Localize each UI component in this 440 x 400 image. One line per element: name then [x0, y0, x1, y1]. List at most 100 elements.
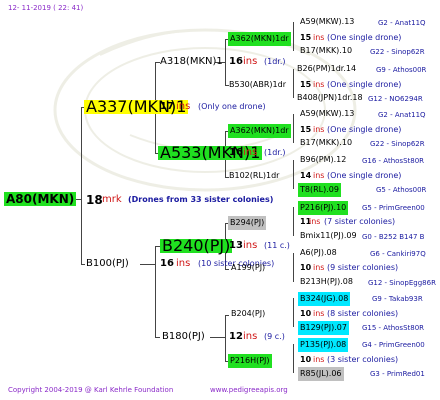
pedigree-chart: 12- 11-2019 ( 22: 41) A80(MKN) 18 mrk (D… [0, 0, 440, 400]
gen4-ins-label: ins [313, 80, 325, 89]
gen4-ins-label: ins [309, 217, 321, 226]
gen3-note: (1dr.) [264, 148, 286, 157]
gen4-queen[interactable]: B204(PJ) [231, 308, 265, 320]
gen5-queen[interactable]: P135(PJ).08 [298, 338, 349, 352]
gen5-origin: G0 - B252 B147 B [362, 233, 425, 241]
connector [155, 246, 156, 338]
connector [293, 344, 294, 373]
gen5-origin: G22 - Sinop62R [370, 140, 425, 148]
connector [210, 337, 225, 338]
gen4-note: (One single drone) [327, 80, 402, 89]
gen5-queen[interactable]: B324(JG).08 [298, 292, 351, 306]
gen4-note: (7 sister colonies) [324, 217, 396, 226]
gen4-ins-label: ins [313, 171, 325, 180]
gen5-origin: G3 - PrimRed01 [370, 370, 425, 378]
gen5-queen[interactable]: B17(MKK).10 [300, 137, 352, 149]
gen4-queen[interactable]: A362(MKN)1dr [228, 32, 291, 46]
connector [81, 107, 82, 264]
connector [293, 160, 294, 189]
gen5-origin: G2 - Anat11Q [378, 111, 426, 119]
gen4-ins-label: ins [313, 355, 325, 364]
connector [293, 69, 294, 98]
gen5-queen[interactable]: B17(MKK).10 [300, 45, 352, 57]
root-queen[interactable]: A80(MKN) [4, 192, 77, 206]
gen4-ins-value: 15 [300, 125, 312, 134]
connector [225, 315, 229, 316]
gen5-origin: G22 - Sinop62R [370, 48, 425, 56]
gen5-queen[interactable]: B129(PJ).07 [298, 321, 349, 335]
root-ins-value: 18 [86, 193, 103, 207]
gen5-origin: G12 - NO6294R [368, 95, 423, 103]
gen5-origin: G15 - AthosSt80R [362, 324, 425, 332]
gen5-queen[interactable]: Bmix11(PJ).09 [300, 230, 357, 242]
connector [225, 39, 226, 85]
gen3-queen[interactable]: A318(MKN)1 [160, 55, 223, 69]
gen4-ins-label: ins [313, 309, 325, 318]
gen3-note: (11 c.) [264, 241, 290, 250]
gen5-queen[interactable]: B213H(PJ).08 [300, 276, 353, 288]
gen4-note: (3 sister colonies) [327, 355, 399, 364]
gen3-queen[interactable]: B180(PJ) [162, 330, 205, 344]
gen4-ins-label: ins [313, 33, 325, 42]
gen4-ins-value: 15 [300, 80, 312, 89]
gen5-queen[interactable]: A6(PJ).08 [300, 247, 337, 259]
gen4-queen[interactable]: B102(RL)1dr [229, 170, 279, 182]
gen4-ins-value: 15 [300, 33, 312, 42]
gen3-ins-label: ins [243, 56, 258, 67]
gen5-queen[interactable]: R85(JL).06 [298, 367, 344, 381]
gen4-queen[interactable]: B294(PJ) [228, 216, 267, 230]
copyright-text: Copyright 2004-2019 @ Karl Kehrle Founda… [8, 386, 174, 394]
gen5-origin: G4 - PrimGreen00 [362, 341, 425, 349]
gen5-queen[interactable]: P216(PJ).10 [298, 201, 349, 215]
gen4-note: (8 sister colonies) [327, 309, 399, 318]
gen4-queen[interactable]: P216H(PJ) [228, 354, 272, 368]
gen5-origin: G9 - Takab93R [372, 295, 423, 303]
root-mrk: mrk [102, 194, 122, 205]
gen3-ins-value: 12 [229, 331, 243, 342]
gen4-note: (One single drone) [327, 33, 402, 42]
gen5-queen[interactable]: B26(PM)1dr.14 [297, 63, 356, 75]
gen5-origin: G16 - AthosSt80R [362, 157, 425, 165]
dam-queen[interactable]: B100(PJ) [86, 257, 129, 271]
gen4-queen[interactable]: A362(MKN)1dr [228, 124, 291, 138]
connector [293, 298, 294, 327]
gen3-note: (1dr.) [264, 57, 286, 66]
connector [225, 315, 226, 361]
gen4-ins-label: ins [313, 263, 325, 272]
gen4-note: (One single drone) [327, 171, 402, 180]
gen4-note: (9 sister colonies) [327, 263, 399, 272]
gen5-queen[interactable]: A59(MKW).13 [300, 16, 354, 28]
connector [293, 207, 294, 236]
gen3-ins-value: 16 [229, 56, 243, 67]
gen3-ins-label: ins [243, 240, 258, 251]
gen3-ins-label: ins [243, 147, 258, 158]
sire-ins-value: 17 [160, 101, 174, 112]
gen5-origin: G5 - Athos00R [376, 186, 427, 194]
dam-ins-label: ins [176, 258, 191, 269]
connector [293, 114, 294, 143]
connector [293, 253, 294, 282]
root-drones-note: (Drones from 33 sister colonies) [128, 195, 274, 204]
site-link[interactable]: www.pedigreeapis.org [210, 385, 288, 395]
gen4-queen[interactable]: B530(ABR)1dr [229, 79, 286, 91]
gen5-queen[interactable]: T8(RL).09 [298, 183, 341, 197]
gen3-ins-value: 13 [229, 240, 243, 251]
gen5-queen[interactable]: B96(PM).12 [300, 154, 346, 166]
connector [81, 264, 85, 265]
gen3-queen[interactable]: B240(PJ) [160, 238, 233, 254]
gen5-origin: G12 - SinopEgg86R [368, 279, 436, 287]
connector [155, 337, 160, 338]
gen4-note: (One single drone) [327, 125, 402, 134]
gen4-queen[interactable]: A199(PJ) [231, 262, 265, 274]
gen3-ins-value: 16 [229, 147, 243, 158]
gen5-queen[interactable]: B408(JPN)1dr.18 [297, 92, 363, 104]
gen5-origin: G5 - PrimGreen00 [362, 204, 425, 212]
gen4-ins-label: ins [313, 125, 325, 134]
gen3-note: (9 c.) [264, 332, 285, 341]
gen5-queen[interactable]: A59(MKW).13 [300, 108, 354, 120]
gen4-ins-value: 10 [300, 355, 312, 364]
gen3-ins-label: ins [243, 331, 258, 342]
gen4-ins-value: 10 [300, 309, 312, 318]
gen4-ins-value: 14 [300, 171, 312, 180]
dam-ins-value: 16 [160, 258, 174, 269]
